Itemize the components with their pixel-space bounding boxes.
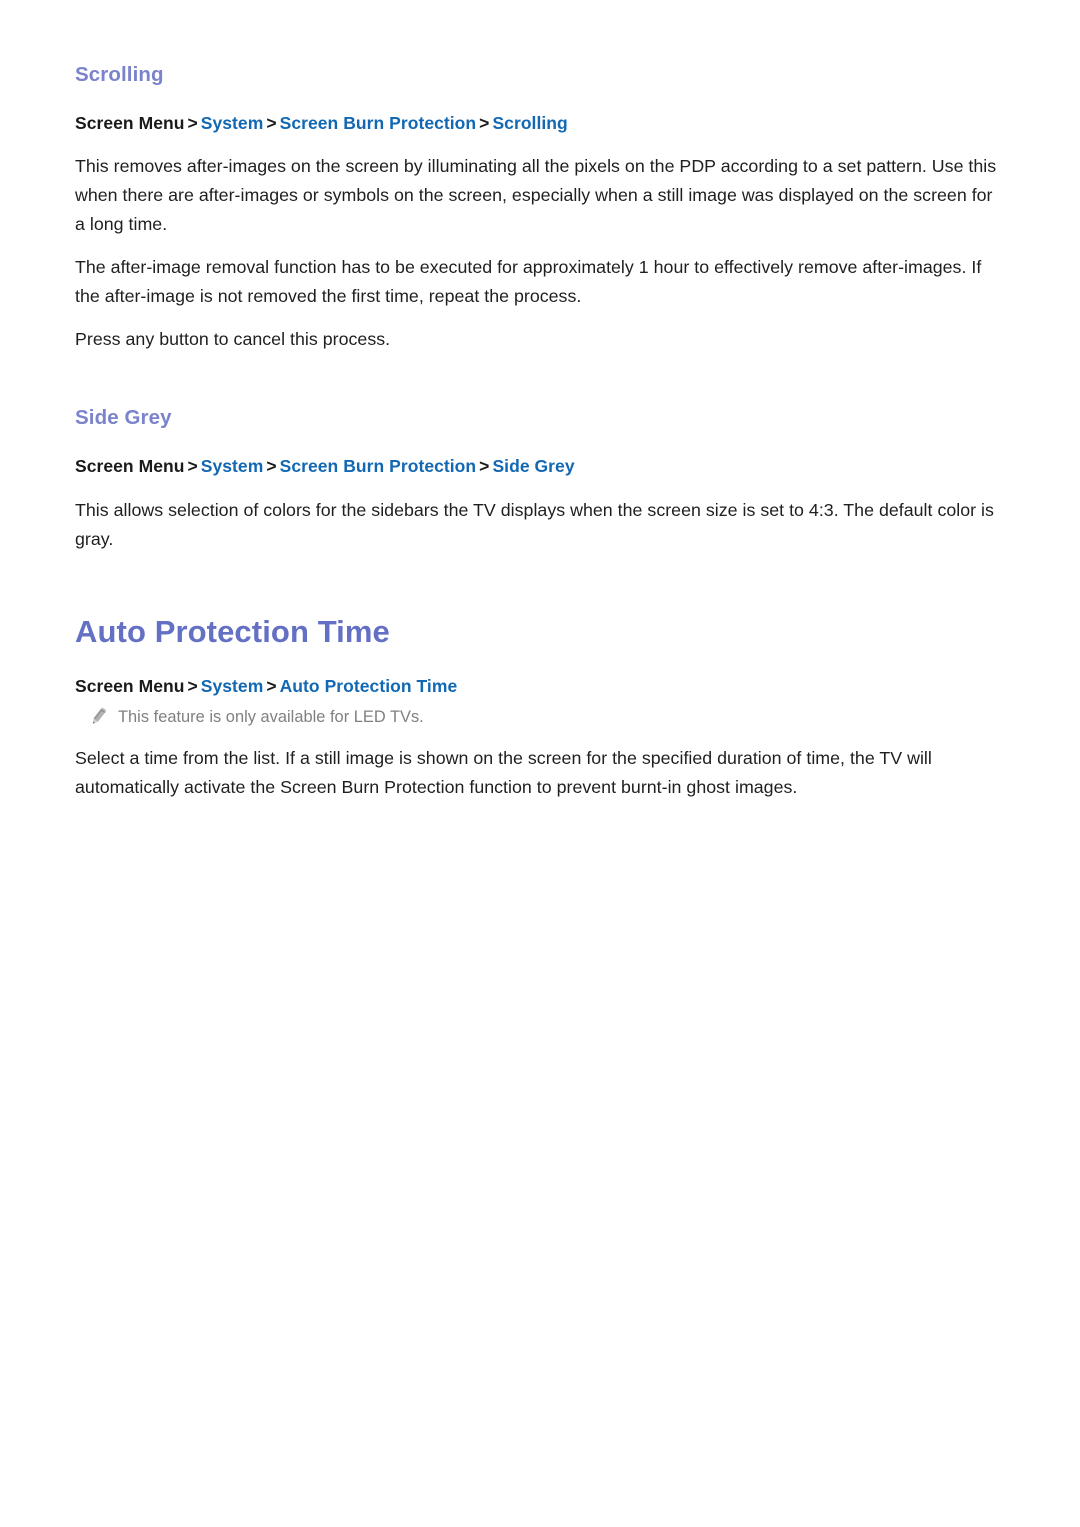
breadcrumb-separator: > xyxy=(479,112,490,133)
section-side-grey: Side Grey Screen Menu > System > Screen Burn… xyxy=(75,405,1005,553)
paragraph-side-grey-1: This allows selection of colors for the … xyxy=(75,499,994,549)
breadcrumb-side-grey: Screen Menu > System > Screen Burn Protectio… xyxy=(75,455,1005,478)
breadcrumb-auto-protection-time: Screen Menu > System > Auto Protection Time xyxy=(75,675,1005,698)
breadcrumb-separator: > xyxy=(266,455,277,476)
section-scrolling: Scrolling Screen Menu > System > Screen Burn… xyxy=(75,62,1005,353)
breadcrumb-link-system[interactable]: System xyxy=(201,113,264,133)
breadcrumb-separator: > xyxy=(187,675,198,696)
breadcrumb-link-auto-protection-time[interactable]: Auto Protection Time xyxy=(280,676,458,696)
paragraph-scrolling-3: Press any button to cancel this process. xyxy=(75,328,391,349)
paragraph-scrolling-1: This removes after-images on the screen … xyxy=(75,156,997,235)
breadcrumb-separator: > xyxy=(266,675,277,696)
paragraph-auto-protection-time-1: Select a time from the list. If a still … xyxy=(75,747,932,797)
breadcrumb-separator: > xyxy=(187,455,198,476)
note-text: This feature is only available for LED T… xyxy=(118,708,424,727)
breadcrumb-root: Screen Menu xyxy=(75,112,185,133)
breadcrumb-separator: > xyxy=(266,112,277,133)
breadcrumb-link-system[interactable]: System xyxy=(201,456,264,476)
document-content: Scrolling Screen Menu > System > Screen Burn… xyxy=(75,62,1005,802)
page-title-auto-protection-time: Auto Protection Time xyxy=(75,614,390,650)
breadcrumb-link-screen-burn-protection[interactable]: Screen Burn Protection xyxy=(280,456,477,476)
breadcrumb-link-screen-burn-protection[interactable]: Screen Burn Protection xyxy=(280,113,477,133)
breadcrumb-separator: > xyxy=(479,455,490,476)
breadcrumb-root: Screen Menu xyxy=(75,455,185,476)
page-title-side-grey: Side Grey xyxy=(75,406,172,430)
paragraph-scrolling-2: The after-image removal function has to … xyxy=(75,256,982,306)
pencil-icon xyxy=(92,707,107,725)
breadcrumb-root: Screen Menu xyxy=(75,675,185,696)
breadcrumb-separator: > xyxy=(187,112,198,133)
breadcrumb-link-system[interactable]: System xyxy=(201,676,264,696)
section-auto-protection-time: Auto Protection Time Screen Menu > System >… xyxy=(75,613,1005,801)
note-led-tv-availability: This feature is only available for LED T… xyxy=(75,705,1005,730)
breadcrumb-link-side-grey[interactable]: Side Grey xyxy=(492,456,574,476)
document-page: Scrolling Screen Menu > System > Screen Burn… xyxy=(0,0,1080,1527)
breadcrumb-scrolling: Screen Menu > System > Screen Burn Protectio… xyxy=(75,112,1005,135)
breadcrumb-link-scrolling[interactable]: Scrolling xyxy=(492,113,567,133)
page-title-scrolling: Scrolling xyxy=(75,63,164,86)
